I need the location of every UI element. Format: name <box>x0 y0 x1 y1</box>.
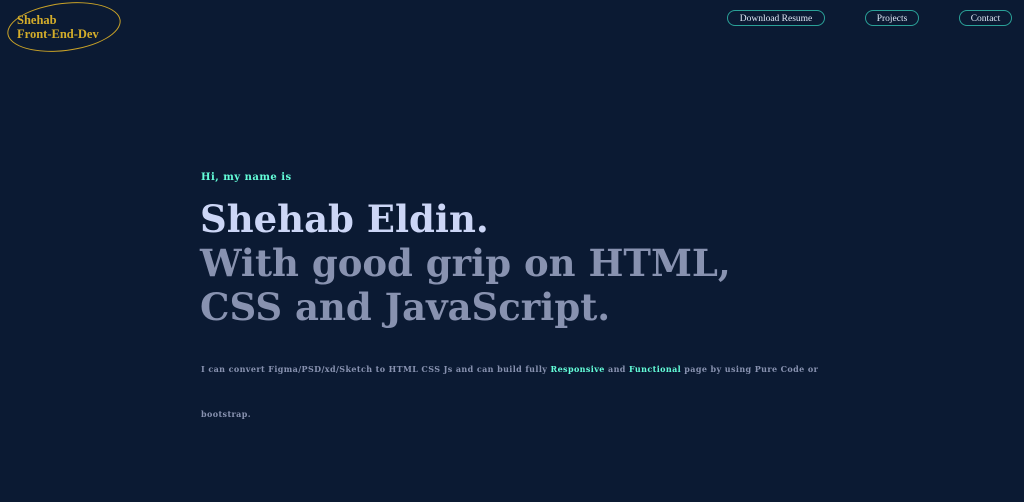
greeting: Hi, my name is <box>201 172 292 183</box>
contact-button[interactable]: Contact <box>959 10 1012 26</box>
highlight-functional: Functional <box>628 364 682 374</box>
hero-description: I can convert Figma/PSD/xd/Sketch to HTM… <box>201 347 841 437</box>
description-text-1: I can convert Figma/PSD/xd/Sketch to HTM… <box>201 364 551 374</box>
hero-tagline-line-1: With good grip on HTML, <box>200 241 731 285</box>
hero-tagline: With good grip on HTML, CSS and JavaScri… <box>200 241 731 329</box>
logo[interactable]: Shehab Front-End-Dev <box>17 13 99 41</box>
download-resume-button[interactable]: Download Resume <box>727 10 825 26</box>
highlight-responsive: Responsive <box>550 364 605 374</box>
hero-name: Shehab Eldin. <box>200 197 489 241</box>
projects-button[interactable]: Projects <box>865 10 919 26</box>
description-text-2: and <box>604 364 629 374</box>
logo-line-1: Shehab <box>17 13 57 27</box>
logo-line-2: Front-End-Dev <box>17 27 99 41</box>
page: Shehab Front-End-Dev Download Resume Pro… <box>0 0 1024 502</box>
hero-tagline-line-2: CSS and JavaScript. <box>200 285 611 329</box>
